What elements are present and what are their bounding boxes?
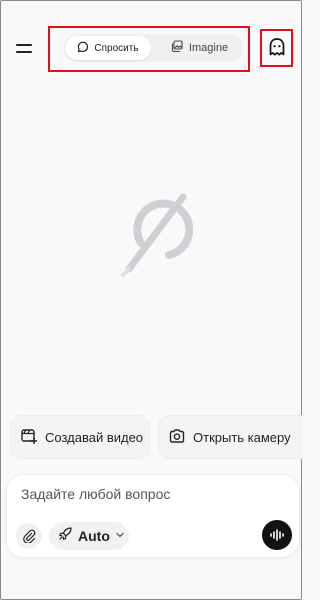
- tab-imagine[interactable]: Imagine: [159, 36, 239, 60]
- grok-logo-icon: [117, 187, 194, 281]
- chevron-down-icon: [115, 527, 125, 545]
- message-input[interactable]: Задайте любой вопрос: [21, 486, 170, 502]
- suggestion-label: Создавай видео: [45, 429, 144, 445]
- suggestion-create-video[interactable]: Создавай видео: [10, 415, 150, 459]
- menu-icon[interactable]: [14, 39, 36, 59]
- rocket-icon: [58, 526, 73, 546]
- tab-ask-label: Спросить: [94, 42, 139, 54]
- model-selector[interactable]: Auto: [49, 522, 129, 550]
- mode-switch: Спросить Imagine: [63, 34, 243, 62]
- message-composer: Задайте любой вопрос Auto: [6, 474, 300, 558]
- tab-imagine-label: Imagine: [188, 42, 229, 54]
- model-label: Auto: [78, 528, 110, 544]
- app-frame: Спросить Imagine Создавай видео Открыть …: [0, 0, 303, 600]
- voice-waveform-icon[interactable]: [262, 520, 292, 550]
- image-stack-icon: [170, 40, 183, 56]
- ghost-icon[interactable]: [265, 35, 289, 61]
- chat-bubble-icon: [77, 41, 89, 56]
- tab-ask[interactable]: Спросить: [65, 36, 151, 60]
- suggestion-label: Открыть камеру: [193, 429, 291, 445]
- suggestion-open-camera[interactable]: Открыть камеру: [158, 415, 303, 459]
- paperclip-icon[interactable]: [16, 523, 42, 549]
- video-plus-icon: [20, 427, 38, 448]
- camera-icon: [168, 427, 186, 448]
